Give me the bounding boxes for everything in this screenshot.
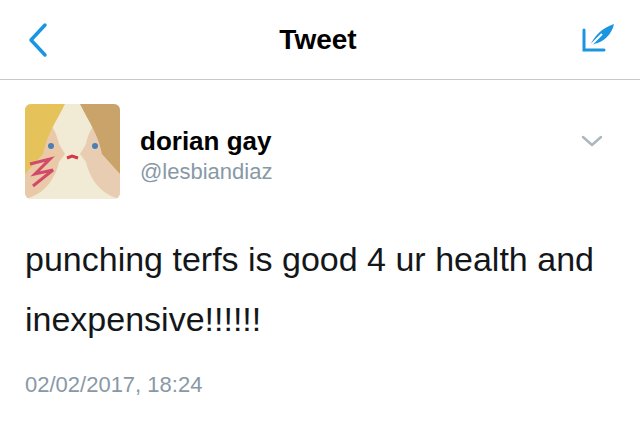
chevron-down-icon	[581, 134, 603, 148]
tweet-screen: Tweet dorian gay@lesbiandiaz punching terf…	[0, 0, 640, 431]
user-name[interactable]: dorian gay	[140, 126, 577, 156]
avatar[interactable]	[25, 104, 120, 199]
tweet-text: punching terfs is good 4 ur health and i…	[25, 229, 610, 349]
back-chevron-icon	[27, 22, 49, 58]
compose-button[interactable]	[578, 18, 622, 62]
avatar-icon	[25, 104, 120, 199]
tweet-header: dorian gay@lesbiandiaz	[25, 104, 615, 199]
tweet-timestamp: 02/02/2017, 18:24	[25, 371, 615, 399]
nav-title: Tweet	[279, 22, 356, 57]
user-handle[interactable]: @lesbiandiaz	[140, 158, 577, 186]
user-info: dorian gay@lesbiandiaz	[140, 104, 577, 186]
nav-bar: Tweet	[0, 0, 640, 80]
more-button[interactable]	[577, 126, 607, 156]
tweet-body: dorian gay@lesbiandiaz punching terfs is …	[0, 80, 640, 399]
compose-icon	[580, 20, 620, 60]
back-button[interactable]	[18, 20, 58, 60]
